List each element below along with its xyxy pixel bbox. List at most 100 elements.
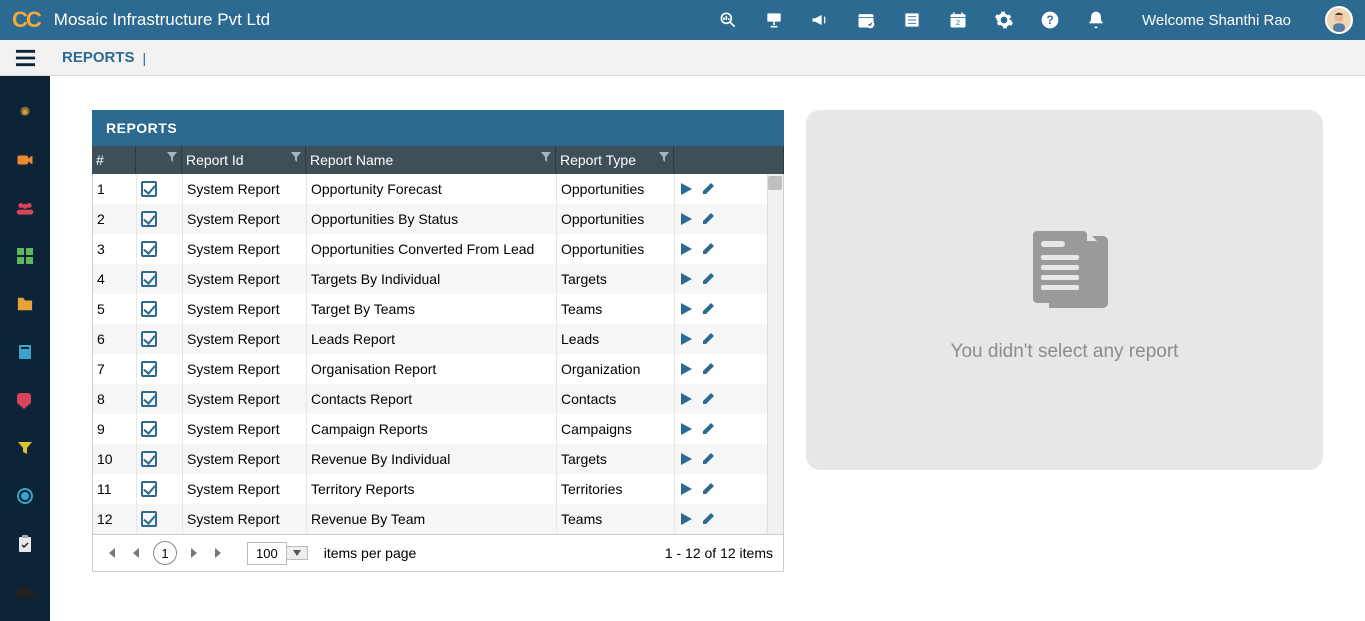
svg-text:2: 2 xyxy=(956,18,960,27)
run-report-button[interactable] xyxy=(679,512,693,526)
pager-prev[interactable] xyxy=(129,547,143,559)
table-row[interactable]: 8System ReportContacts ReportContacts xyxy=(93,384,783,414)
page-size-dropdown[interactable] xyxy=(287,546,308,560)
search-analytics-icon[interactable] xyxy=(718,10,738,30)
sidebar-item-folder[interactable] xyxy=(15,294,35,314)
sidebar-item-clipboard[interactable] xyxy=(15,534,35,554)
table-row[interactable]: 3System ReportOpportunities Converted Fr… xyxy=(93,234,783,264)
run-report-button[interactable] xyxy=(679,452,693,466)
run-report-button[interactable] xyxy=(679,482,693,496)
calendar-date-icon[interactable]: 2 xyxy=(948,10,968,30)
checkbox[interactable] xyxy=(141,331,157,347)
checkbox[interactable] xyxy=(141,421,157,437)
run-report-button[interactable] xyxy=(679,182,693,196)
edit-report-button[interactable] xyxy=(701,182,715,196)
pager-last[interactable] xyxy=(211,547,227,559)
edit-report-button[interactable] xyxy=(701,362,715,376)
table-row[interactable]: 2System ReportOpportunities By StatusOpp… xyxy=(93,204,783,234)
checkbox[interactable] xyxy=(141,181,157,197)
column-report-name[interactable]: Report Name xyxy=(306,146,556,174)
table-row[interactable]: 10System ReportRevenue By IndividualTarg… xyxy=(93,444,783,474)
edit-report-button[interactable] xyxy=(701,332,715,346)
sidebar-item-binoculars[interactable] xyxy=(15,582,35,602)
edit-report-button[interactable] xyxy=(701,302,715,316)
edit-report-button[interactable] xyxy=(701,422,715,436)
checkbox[interactable] xyxy=(141,361,157,377)
pager-current-page[interactable]: 1 xyxy=(153,541,177,565)
edit-report-button[interactable] xyxy=(701,272,715,286)
column-report-type-label: Report Type xyxy=(560,152,636,168)
avatar[interactable] xyxy=(1325,6,1353,34)
edit-report-button[interactable] xyxy=(701,212,715,226)
sidebar-item-settings[interactable] xyxy=(15,102,35,122)
run-report-button[interactable] xyxy=(679,302,693,316)
bell-icon[interactable] xyxy=(1086,10,1106,30)
run-report-button[interactable] xyxy=(679,392,693,406)
row-number: 10 xyxy=(93,444,137,474)
column-checkbox[interactable] xyxy=(136,146,182,174)
row-report-id: System Report xyxy=(183,174,307,204)
run-report-button[interactable] xyxy=(679,332,693,346)
pager-per-page-label: items per page xyxy=(324,545,417,561)
calendar-check-icon[interactable] xyxy=(856,10,876,30)
megaphone-icon[interactable] xyxy=(810,10,830,30)
pager-first[interactable] xyxy=(103,547,119,559)
sidebar-item-book[interactable] xyxy=(15,342,35,362)
sidebar-item-filter[interactable] xyxy=(15,438,35,458)
row-report-id: System Report xyxy=(183,324,307,354)
presentation-icon[interactable] xyxy=(764,10,784,30)
edit-report-button[interactable] xyxy=(701,482,715,496)
run-report-button[interactable] xyxy=(679,272,693,286)
table-row[interactable]: 11System ReportTerritory ReportsTerritor… xyxy=(93,474,783,504)
checkbox[interactable] xyxy=(141,301,157,317)
row-checkbox-cell xyxy=(137,504,183,534)
sidebar-item-grid[interactable] xyxy=(15,246,35,266)
row-number: 3 xyxy=(93,234,137,264)
list-icon[interactable] xyxy=(902,10,922,30)
edit-report-button[interactable] xyxy=(701,452,715,466)
table-row[interactable]: 9System ReportCampaign ReportsCampaigns xyxy=(93,414,783,444)
filter-icon[interactable] xyxy=(291,152,301,162)
checkbox[interactable] xyxy=(141,391,157,407)
pager-next[interactable] xyxy=(187,547,201,559)
breadcrumb[interactable]: REPORTS xyxy=(50,49,135,66)
edit-report-button[interactable] xyxy=(701,512,715,526)
sidebar-item-video[interactable] xyxy=(15,150,35,170)
checkbox[interactable] xyxy=(141,241,157,257)
column-number[interactable]: # xyxy=(92,146,136,174)
filter-icon[interactable] xyxy=(659,152,669,162)
help-icon[interactable]: ? xyxy=(1040,10,1060,30)
scrollbar[interactable] xyxy=(767,174,783,534)
run-report-button[interactable] xyxy=(679,212,693,226)
filter-icon[interactable] xyxy=(541,152,551,162)
sidebar-item-people[interactable] xyxy=(15,198,35,218)
row-report-name: Target By Teams xyxy=(307,294,557,324)
table-row[interactable]: 1System ReportOpportunity ForecastOpport… xyxy=(93,174,783,204)
table-row[interactable]: 12System ReportRevenue By TeamTeams xyxy=(93,504,783,534)
checkbox[interactable] xyxy=(141,511,157,527)
checkbox[interactable] xyxy=(141,451,157,467)
checkbox[interactable] xyxy=(141,271,157,287)
table-row[interactable]: 5System ReportTarget By TeamsTeams xyxy=(93,294,783,324)
row-report-name: Contacts Report xyxy=(307,384,557,414)
run-report-button[interactable] xyxy=(679,242,693,256)
table-row[interactable]: 4System ReportTargets By IndividualTarge… xyxy=(93,264,783,294)
sidebar-item-target[interactable] xyxy=(15,486,35,506)
checkbox[interactable] xyxy=(141,211,157,227)
hamburger-menu[interactable] xyxy=(0,40,50,76)
sidebar-item-tag[interactable] xyxy=(15,390,35,410)
row-number: 9 xyxy=(93,414,137,444)
table-row[interactable]: 7System ReportOrganisation ReportOrganiz… xyxy=(93,354,783,384)
gear-icon[interactable] xyxy=(994,10,1014,30)
column-report-type[interactable]: Report Type xyxy=(556,146,674,174)
checkbox[interactable] xyxy=(141,481,157,497)
filter-icon[interactable] xyxy=(167,152,177,162)
run-report-button[interactable] xyxy=(679,422,693,436)
edit-report-button[interactable] xyxy=(701,242,715,256)
row-report-name: Opportunity Forecast xyxy=(307,174,557,204)
run-report-button[interactable] xyxy=(679,362,693,376)
table-row[interactable]: 6System ReportLeads ReportLeads xyxy=(93,324,783,354)
edit-report-button[interactable] xyxy=(701,392,715,406)
row-report-name: Opportunities By Status xyxy=(307,204,557,234)
column-report-id[interactable]: Report Id xyxy=(182,146,306,174)
